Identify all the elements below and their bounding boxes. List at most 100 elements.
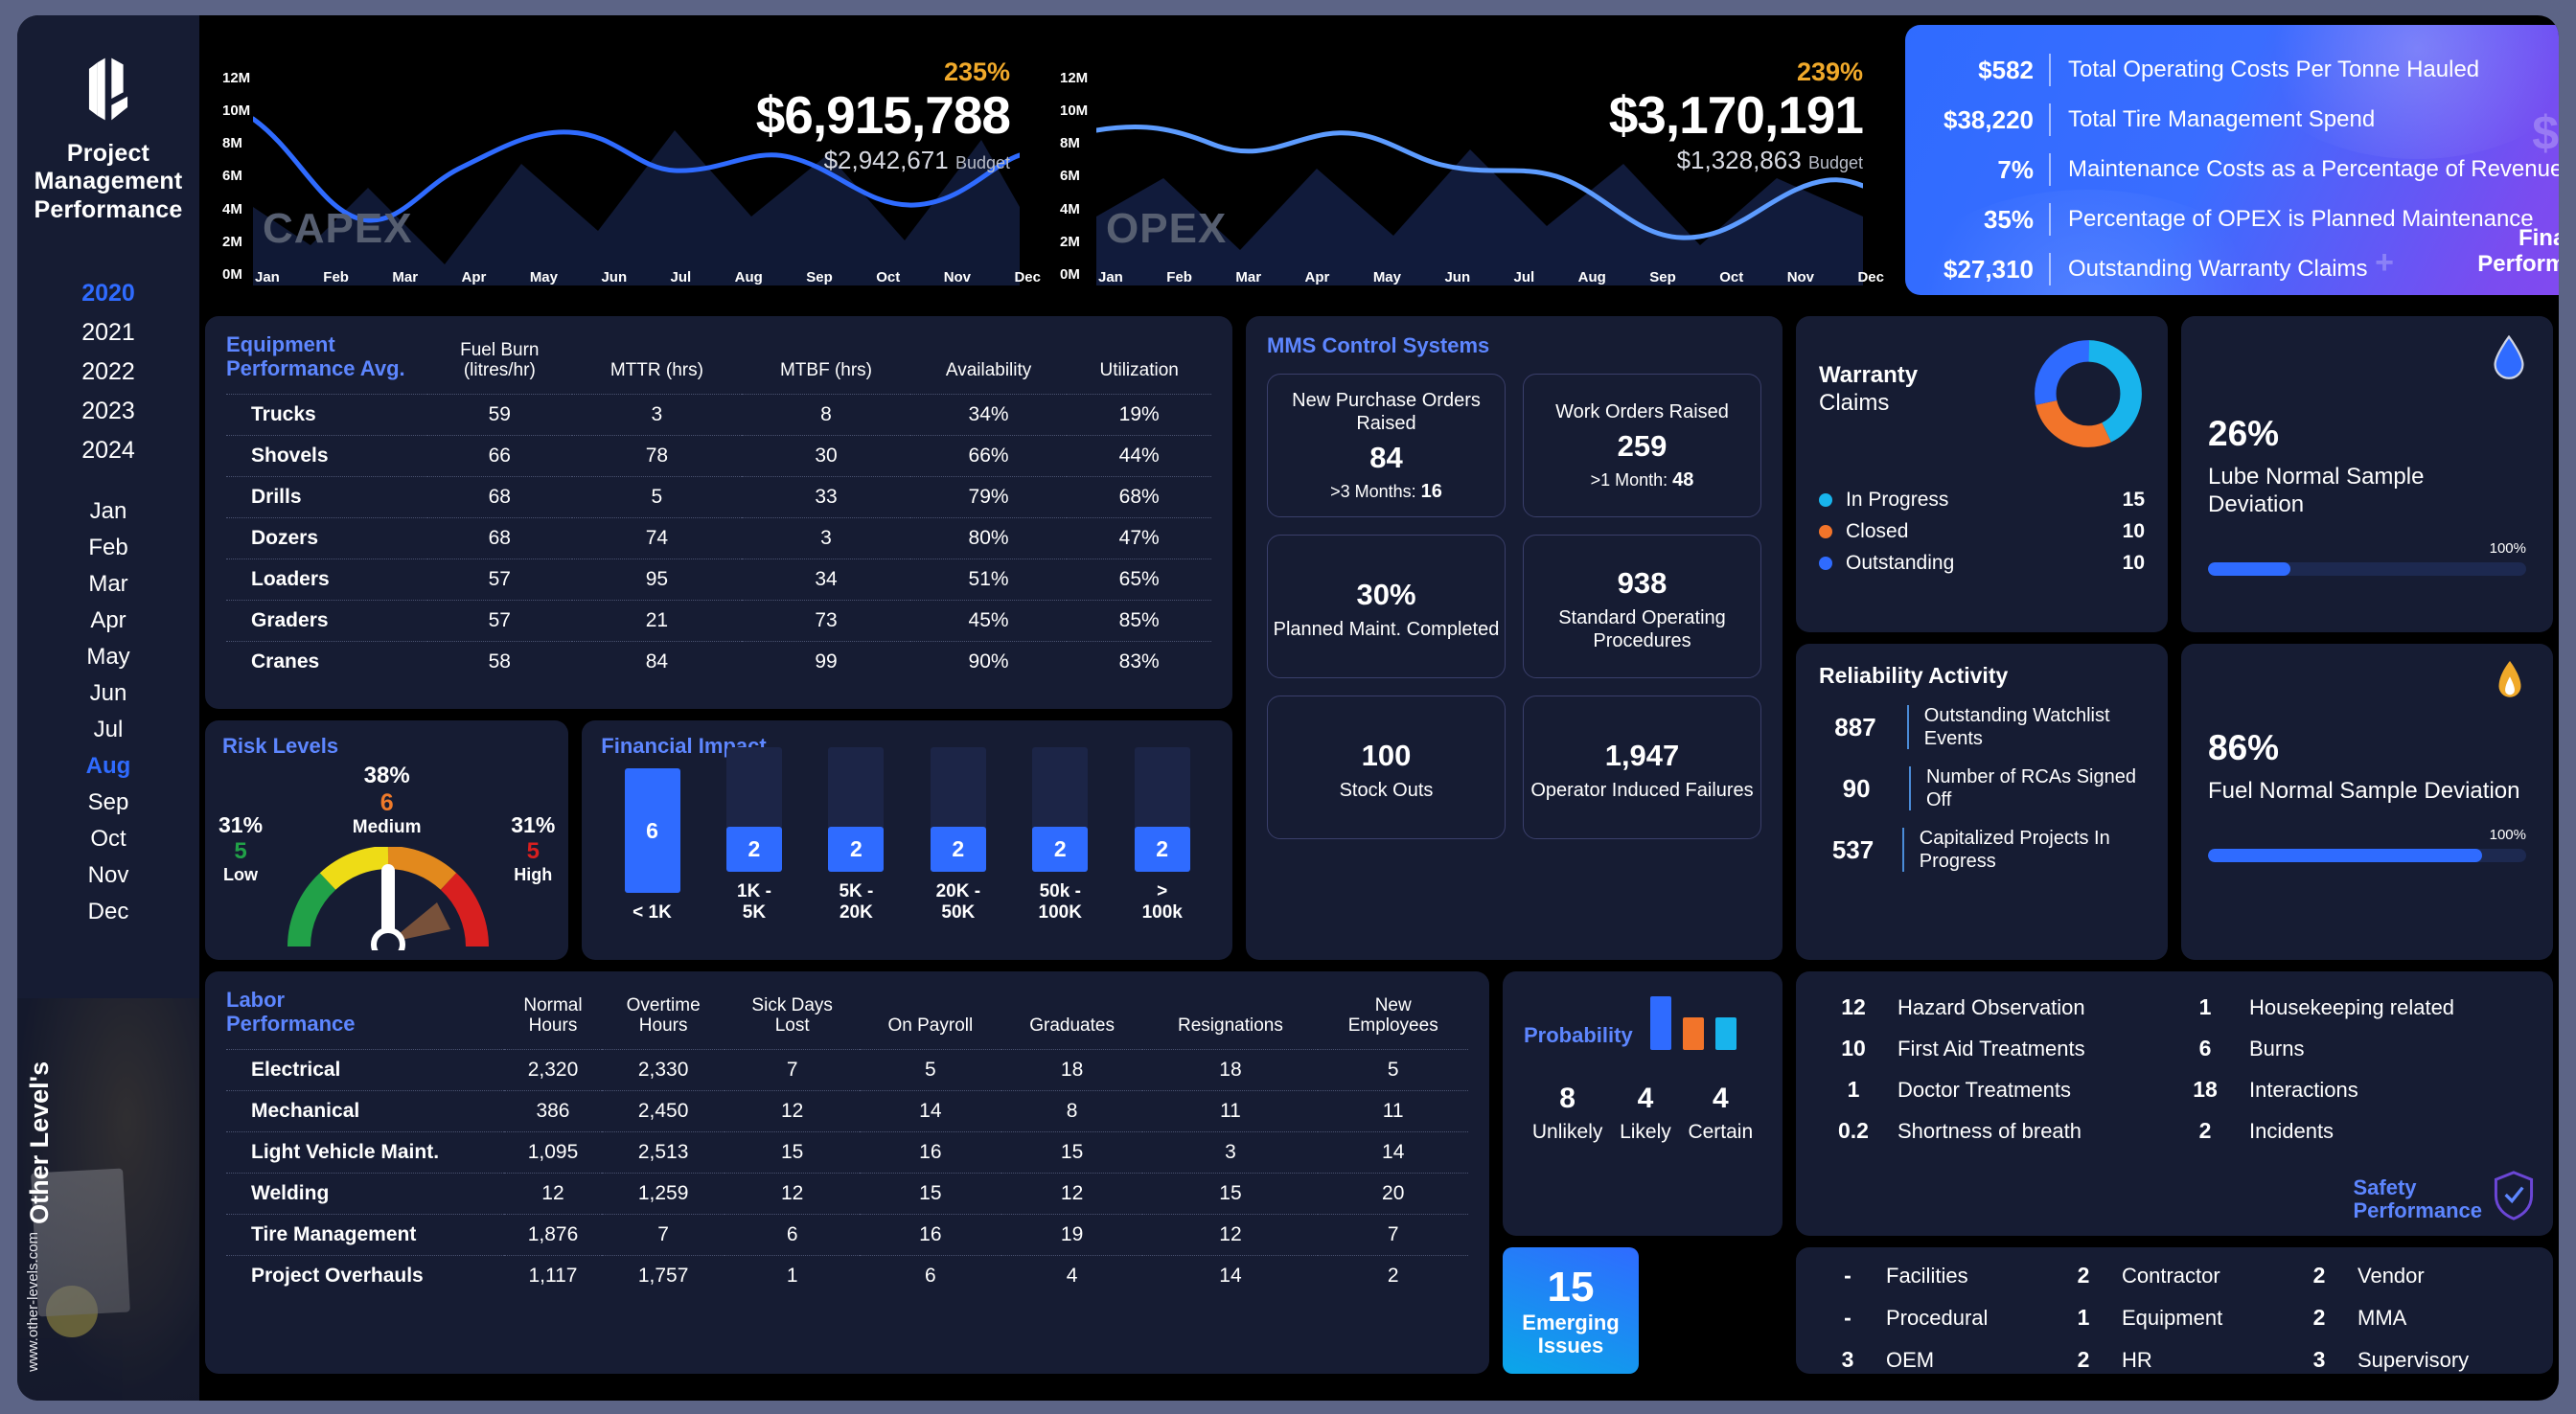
- x-tick: Mar: [392, 269, 419, 285]
- sidebar-item-month-oct[interactable]: Oct: [17, 821, 199, 857]
- financial-impact-bars: 6 < 1K 2 1K - 5K 2 5K - 20K 2 20K - 50K …: [601, 747, 1213, 924]
- brand-url: www.other-levels.com: [25, 1232, 41, 1372]
- x-tick: Feb: [1166, 269, 1192, 285]
- progress-max-label: 100%: [2489, 826, 2526, 843]
- emerging-value: 3: [2312, 1347, 2326, 1372]
- divider: [1909, 766, 1911, 810]
- sidebar-item-year-2023[interactable]: 2023: [17, 392, 199, 431]
- sidebar-item-month-jan[interactable]: Jan: [17, 493, 199, 530]
- mms-tile-operator-failures[interactable]: 1,947 Operator Induced Failures: [1523, 696, 1761, 839]
- sidebar-item-month-jun[interactable]: Jun: [17, 675, 199, 712]
- bar-value: 6: [624, 768, 680, 893]
- opex-chart-card: 12M 10M 8M 6M 4M 2M 0M OPEX 239% $3,170,…: [1048, 25, 1892, 295]
- fp-value: 7%: [1997, 154, 2034, 184]
- sidebar-item-month-feb[interactable]: Feb: [17, 530, 199, 566]
- x-tick: Jan: [255, 269, 280, 285]
- mms-tile-stock-outs[interactable]: 100 Stock Outs: [1267, 696, 1506, 839]
- divider: [1907, 705, 1909, 749]
- table-row: Light Vehicle Maint. 1,095 2,513 15 16 15 3…: [226, 1131, 1468, 1174]
- sidebar-item-year-2024[interactable]: 2024: [17, 431, 199, 470]
- fuel-progress: 100%: [2208, 827, 2526, 862]
- financial-impact-card: Financial Impact 6 < 1K 2 1K - 5K 2 5K -…: [582, 720, 1232, 960]
- progress-track: [2208, 848, 2526, 862]
- mms-title: MMS Control Systems: [1267, 333, 1490, 357]
- sidebar-item-month-nov[interactable]: Nov: [17, 857, 199, 894]
- sidebar-item-month-may[interactable]: May: [17, 639, 199, 675]
- capex-y-axis: 12M 10M 8M 6M 4M 2M 0M: [222, 71, 250, 282]
- reliability-row: 887 Outstanding Watchlist Events: [1834, 705, 2110, 749]
- capex-label: CAPEX: [263, 205, 413, 252]
- opex-kpi: 239% $3,170,191 $1,328,863 Budget: [1609, 59, 1864, 175]
- table-row: Welding 12 1,259 12 15 12 15 20: [226, 1173, 1468, 1215]
- safety-label: Interactions: [2249, 1077, 2358, 1102]
- risk-low-readout: 31% 5 Low: [218, 812, 264, 884]
- labor-performance-card: Labor Performance Normal Hours Overtime Hou…: [205, 971, 1489, 1374]
- emerging-label: HR: [2122, 1347, 2152, 1372]
- probability-card: Probability 8 Unlikely 4 Likely 4 Certai…: [1503, 971, 1782, 1236]
- fp-row: $27,310 Outstanding Warranty Claims: [1905, 247, 2559, 291]
- y-tick: 6M: [1060, 168, 1080, 185]
- mms-tile-work-orders[interactable]: Work Orders Raised 259 >1 Month: 48: [1523, 374, 1761, 517]
- bar-value: 2: [828, 827, 885, 872]
- financial-performance-title: Financial Performance: [2477, 224, 2559, 278]
- bar-group: 2 20K - 50K: [930, 747, 986, 924]
- sidebar-item-month-sep[interactable]: Sep: [17, 785, 199, 821]
- emerging-issues-badge[interactable]: 15 Emerging Issues: [1503, 1247, 1639, 1374]
- risk-center-percent: 38%: [363, 763, 410, 788]
- emerging-value: -: [1844, 1305, 1852, 1330]
- fp-value: $38,220: [1944, 104, 2034, 134]
- app-logo-icon: [88, 57, 128, 121]
- x-tick: Apr: [461, 269, 487, 285]
- sidebar-item-year-2020[interactable]: 2020: [17, 274, 199, 313]
- sidebar-item-month-aug[interactable]: Aug: [17, 748, 199, 785]
- progress-track: [2208, 561, 2526, 576]
- fp-label: Percentage of OPEX is Planned Maintenanc…: [2068, 206, 2534, 232]
- probability-values: 8 Unlikely 4 Likely 4 Certain: [1524, 1083, 1761, 1144]
- legend-item: Outstanding 10: [1819, 552, 2145, 575]
- x-tick: Jul: [670, 269, 692, 285]
- bar-value: 2: [1134, 827, 1190, 872]
- capex-kpi: 235% $6,915,788 $2,942,671 Budget: [755, 59, 1011, 175]
- table-row: Shovels 66 78 30 66% 44%: [226, 435, 1211, 477]
- safety-performance-title: Safety Performance: [2353, 1175, 2482, 1222]
- safety-label: Housekeeping related: [2249, 994, 2455, 1019]
- sidebar-item-month-mar[interactable]: Mar: [17, 566, 199, 603]
- sidebar-item-month-apr[interactable]: Apr: [17, 603, 199, 639]
- x-tick: Nov: [943, 269, 972, 285]
- emerging-label: Contractor: [2122, 1263, 2220, 1288]
- table-row: Mechanical 386 2,450 12 14 8 11 11: [226, 1090, 1468, 1132]
- safety-value: 12: [1841, 994, 1866, 1019]
- fp-row: 35% Percentage of OPEX is Planned Mainte…: [1905, 197, 2559, 241]
- progress-fill: [2208, 848, 2482, 862]
- sidebar-item-year-2021[interactable]: 2021: [17, 313, 199, 353]
- water-drop-icon: [2494, 335, 2524, 379]
- bar-group: 2 50k - 100K: [1032, 747, 1089, 924]
- capex-value: $6,915,788: [755, 85, 1011, 145]
- divider: [1902, 828, 1904, 872]
- bar-label: 20K - 50K: [935, 881, 981, 923]
- legend-item: Closed 10: [1819, 520, 2145, 543]
- sidebar-item-year-2022[interactable]: 2022: [17, 353, 199, 392]
- sidebar-item-month-dec[interactable]: Dec: [17, 894, 199, 930]
- bar-label: 50k - 100K: [1038, 881, 1082, 923]
- warranty-title: Warranty Claims: [1819, 362, 1919, 416]
- emerging-grid: - Facilities 2 Contractor 2 Vendor - Pro…: [1821, 1263, 2528, 1373]
- brand-watermark: www.other-levels.com Other Level's: [25, 1061, 55, 1372]
- fuel-deviation-card: 86% Fuel Normal Sample Deviation 100%: [2181, 644, 2553, 960]
- equipment-table: Equipment Performance Avg. Fuel Burn (lit…: [226, 332, 1211, 683]
- table-row: Cranes 58 84 99 90% 83%: [226, 641, 1211, 683]
- mms-grid: New Purchase Orders Raised 84 >3 Months:…: [1267, 374, 1761, 839]
- sidebar-item-month-jul[interactable]: Jul: [17, 712, 199, 748]
- mms-tile-sop[interactable]: 938 Standard Operating Procedures: [1523, 535, 1761, 678]
- labor-title: Labor Performance: [226, 988, 356, 1036]
- x-tick: Dec: [1014, 269, 1041, 285]
- x-tick: Aug: [734, 269, 763, 285]
- mms-tile-purchase-orders[interactable]: New Purchase Orders Raised 84 >3 Months:…: [1267, 374, 1506, 517]
- safety-label: Burns: [2249, 1036, 2305, 1060]
- x-tick: Jun: [1444, 269, 1471, 285]
- x-tick: Aug: [1577, 269, 1606, 285]
- bar-group: 2 5K - 20K: [828, 747, 885, 924]
- bar-label: > 100k: [1141, 881, 1183, 923]
- mms-tile-planned-maintenance[interactable]: 30% Planned Maint. Completed: [1267, 535, 1506, 678]
- opex-y-axis: 12M 10M 8M 6M 4M 2M 0M: [1060, 71, 1088, 282]
